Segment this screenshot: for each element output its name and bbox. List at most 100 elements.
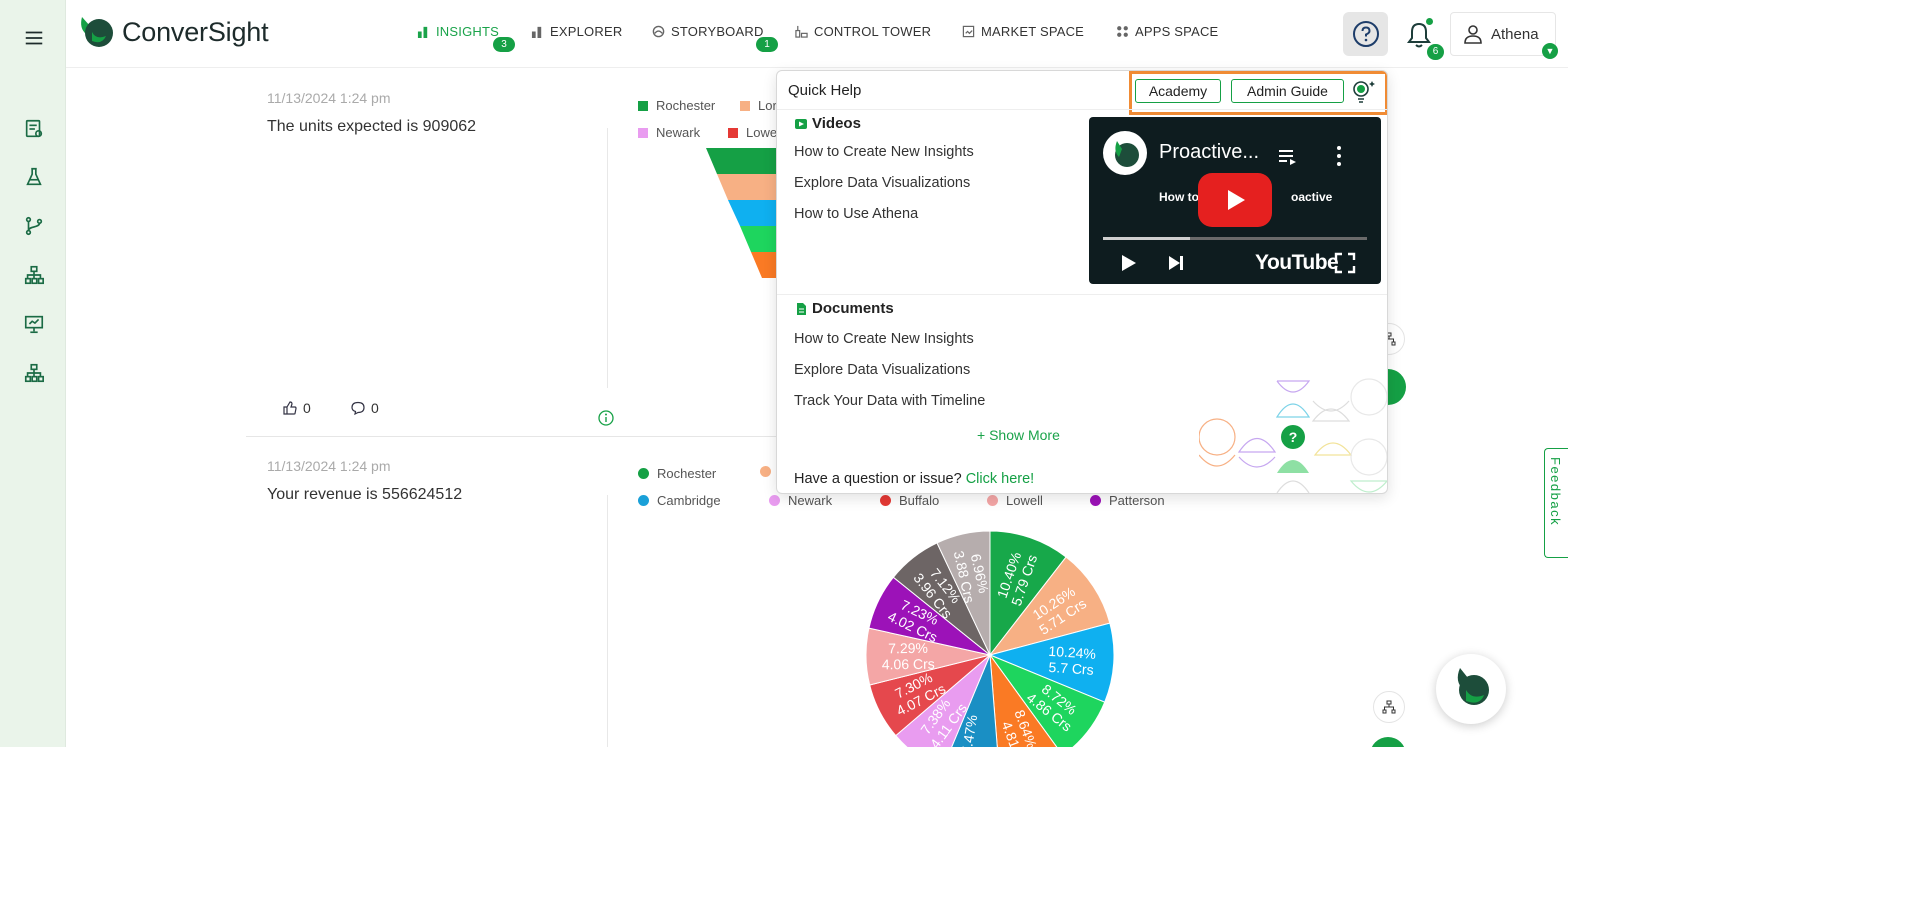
nav-storyboard-badge: 1 xyxy=(756,37,778,52)
document-link[interactable]: How to Create New Insights xyxy=(794,331,974,347)
hierarchy-button[interactable] xyxy=(1373,691,1405,723)
search-fab-button[interactable] xyxy=(1370,737,1406,747)
user-menu[interactable]: Athena xyxy=(1450,12,1556,56)
nav-apps-space-label: APPS SPACE xyxy=(1135,24,1219,39)
nav-control-tower[interactable]: CONTROL TOWER xyxy=(795,24,931,39)
card-1-title: The units expected is 909062 xyxy=(267,118,477,135)
legend-swatch xyxy=(728,127,738,138)
lightbulb-icon[interactable] xyxy=(1350,79,1378,105)
legend-swatch xyxy=(760,466,771,477)
feedback-label: Feedback xyxy=(1548,457,1563,527)
card-1-legend-item[interactable]: Lowe xyxy=(728,125,777,140)
card-separator xyxy=(246,436,776,437)
video-link[interactable]: How to Create New Insights xyxy=(794,144,974,160)
academy-button[interactable]: Academy xyxy=(1135,79,1221,103)
playlist-icon[interactable] xyxy=(1277,147,1299,167)
play-icon[interactable] xyxy=(1117,252,1139,274)
nav-apps-space[interactable]: APPS SPACE xyxy=(1116,24,1218,39)
card-1-date: 11/13/2024 1:24 pm xyxy=(267,90,391,106)
youtube-logo[interactable]: YouTube xyxy=(1255,251,1339,275)
hierarchy-icon xyxy=(1382,700,1396,714)
card-1-legend-item[interactable]: Rochester xyxy=(638,98,715,113)
hamburger-menu-icon[interactable] xyxy=(22,26,46,50)
question-text: Have a question or issue? xyxy=(794,471,962,487)
conversight-logo-icon xyxy=(1457,668,1489,705)
funnel-segment[interactable] xyxy=(740,226,780,252)
click-here-link[interactable]: Click here! xyxy=(966,471,1035,487)
document-link[interactable]: Track Your Data with Timeline xyxy=(794,393,985,409)
quick-help-title: Quick Help xyxy=(788,82,862,99)
legend-swatch xyxy=(769,495,780,506)
legend-swatch xyxy=(638,495,649,506)
card-1-legend-item[interactable]: Lor xyxy=(740,98,777,113)
notification-dot xyxy=(1426,18,1433,25)
video-progress-bar[interactable] xyxy=(1103,237,1367,240)
org-chart-icon[interactable] xyxy=(22,361,46,385)
control-tower-icon xyxy=(795,25,808,38)
chatbot-button[interactable] xyxy=(1436,654,1506,724)
help-button[interactable] xyxy=(1343,12,1388,56)
legend-label: Rochester xyxy=(656,98,716,113)
storyboard-icon xyxy=(652,25,665,38)
nav-storyboard[interactable]: STORYBOARD xyxy=(652,24,764,39)
feedback-tab[interactable]: Feedback xyxy=(1544,448,1568,558)
funnel-chart xyxy=(706,148,780,278)
youtube-play-button[interactable] xyxy=(1198,173,1272,227)
nav-explorer[interactable]: EXPLORER xyxy=(531,24,622,39)
apps-grid-icon xyxy=(1117,26,1128,37)
funnel-segment[interactable] xyxy=(717,174,780,200)
videos-label: Videos xyxy=(812,115,861,132)
legend-label: Lowe xyxy=(746,125,778,140)
video-link[interactable]: Explore Data Visualizations xyxy=(794,175,970,191)
document-link[interactable]: Explore Data Visualizations xyxy=(794,362,970,378)
legend-swatch xyxy=(638,127,648,138)
nav-insights[interactable]: INSIGHTS xyxy=(417,24,499,39)
brand-logo[interactable]: ConverSight xyxy=(78,14,269,50)
pie-chart: 10.40%5.79 Crs10.26%5.71 Crs10.24%5.7 Cr… xyxy=(865,530,1115,747)
funnel-segment[interactable] xyxy=(706,148,780,174)
flask-icon[interactable] xyxy=(22,165,46,189)
play-icon xyxy=(1228,190,1245,210)
card-1-comment-button[interactable]: 0 xyxy=(351,400,379,416)
videos-section-title: Videos xyxy=(794,115,861,132)
legend-label: Cambridge xyxy=(657,493,721,508)
funnel-segment[interactable] xyxy=(728,200,780,226)
video-link[interactable]: How to Use Athena xyxy=(794,206,918,222)
hierarchy-icon[interactable] xyxy=(22,263,46,287)
question-mark-icon: ? xyxy=(1289,429,1298,445)
video-caption-left: How to xyxy=(1159,190,1199,204)
video-player[interactable]: Proactive... How to oactive YouTube xyxy=(1089,117,1381,284)
app: ConverSight INSIGHTS 3 EXPLORER STORYBOA… xyxy=(0,0,1568,747)
card-1-comment-count: 0 xyxy=(371,400,379,416)
card-2-divider xyxy=(607,495,608,747)
pie-slice-label: 10.24%5.7 Crs xyxy=(1047,643,1096,678)
next-icon[interactable] xyxy=(1165,253,1187,273)
video-caption-right: oactive xyxy=(1291,190,1333,204)
card-2-legend-item[interactable]: Cambridge xyxy=(638,493,721,508)
video-icon xyxy=(795,118,807,129)
more-vertical-icon[interactable] xyxy=(1333,144,1345,168)
nav-market-space[interactable]: MARKET SPACE xyxy=(962,24,1084,39)
report-icon[interactable] xyxy=(22,117,46,141)
presentation-icon[interactable] xyxy=(22,312,46,336)
market-space-icon xyxy=(962,25,975,38)
admin-guide-button[interactable]: Admin Guide xyxy=(1231,79,1344,103)
user-name: Athena xyxy=(1491,25,1539,43)
chevron-down-icon[interactable]: ▼ xyxy=(1542,43,1558,59)
card-2-title: Your revenue is 556624512 xyxy=(267,486,463,503)
card-1-like-button[interactable]: 0 xyxy=(283,400,311,416)
card-1-divider xyxy=(607,128,608,388)
git-branch-icon[interactable] xyxy=(22,214,46,238)
fullscreen-icon[interactable] xyxy=(1333,251,1357,275)
decorative-shapes-illustration: ? xyxy=(1199,378,1387,493)
legend-label: Newark xyxy=(656,125,701,140)
info-icon[interactable] xyxy=(598,410,614,426)
legend-swatch xyxy=(638,100,648,111)
nav-market-space-label: MARKET SPACE xyxy=(981,24,1085,39)
show-more-link[interactable]: + Show More xyxy=(977,427,1060,443)
bar-chart-icon xyxy=(531,26,542,38)
notification-count-badge: 6 xyxy=(1427,44,1444,60)
card-1-legend-item[interactable]: Newark xyxy=(638,125,700,140)
card-2-legend-item[interactable]: Rochester xyxy=(638,466,716,481)
user-icon xyxy=(1464,25,1482,44)
